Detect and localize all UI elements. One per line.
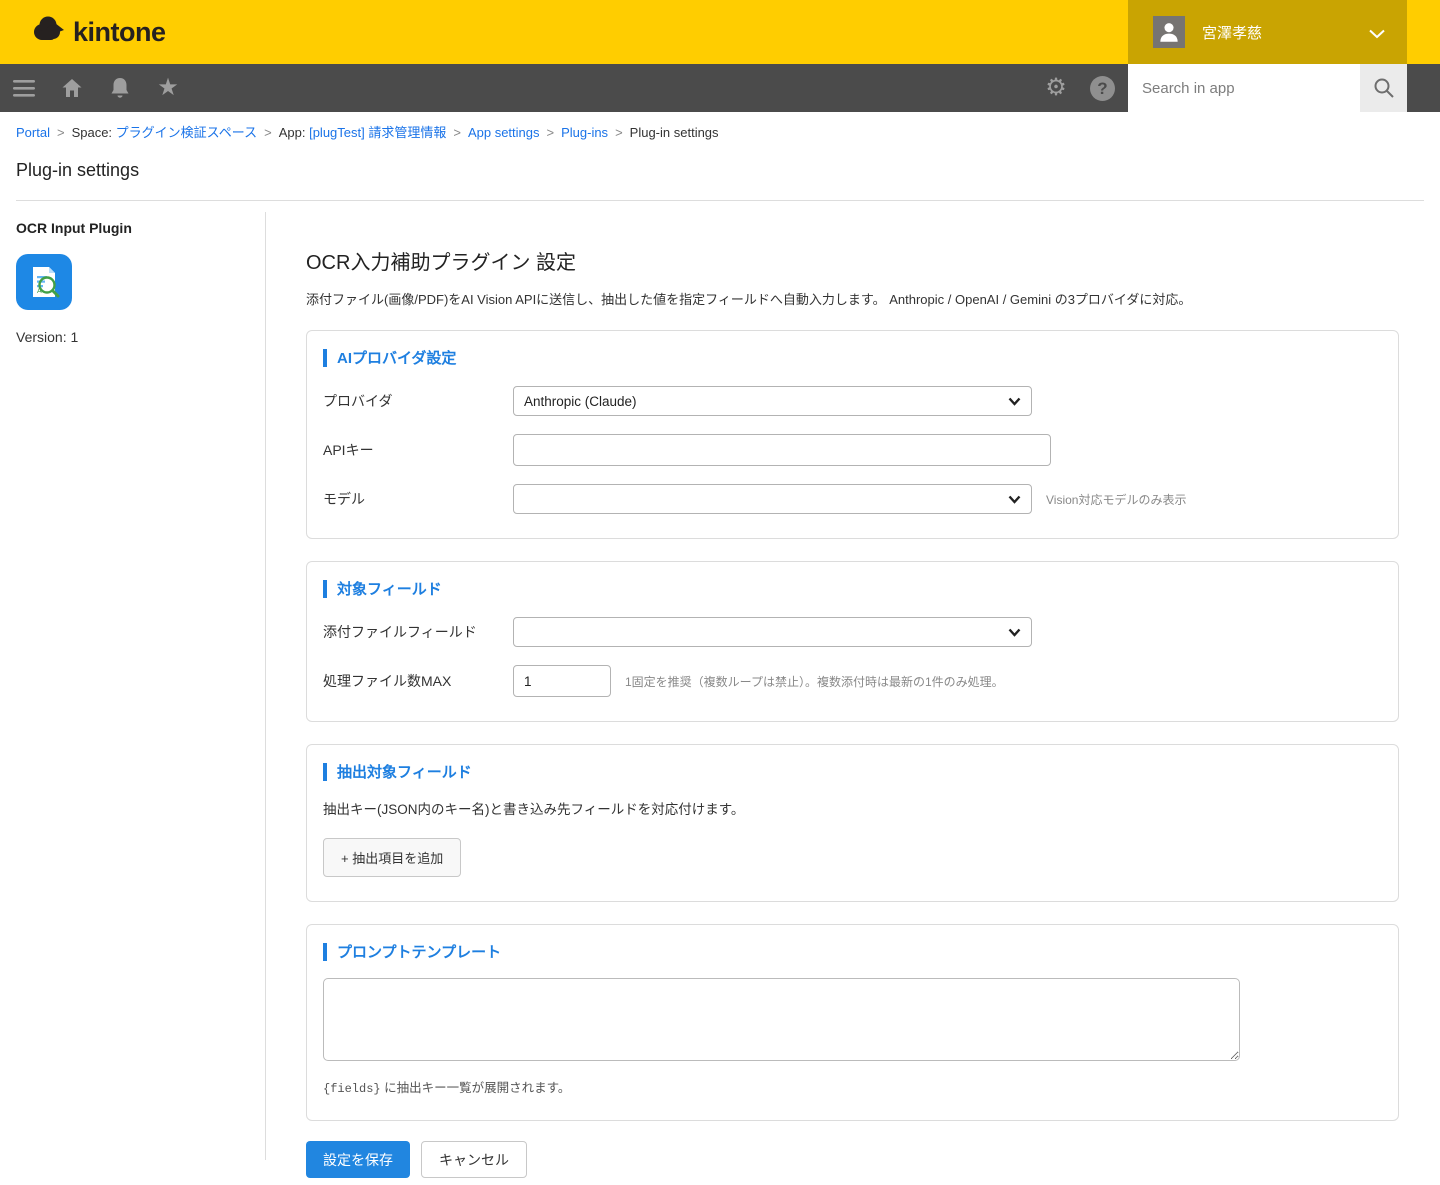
person-icon [1156, 19, 1182, 45]
heading-accent-bar [323, 763, 327, 781]
model-select[interactable] [513, 484, 1032, 514]
api-key-row: APIキー [323, 434, 1382, 466]
attachment-field-row: 添付ファイルフィールド [323, 617, 1382, 647]
section-heading-text: 抽出対象フィールド [337, 761, 472, 782]
chevron-down-icon [1369, 26, 1385, 44]
plugin-version: Version: 1 [16, 329, 251, 345]
plugin-name: OCR Input Plugin [16, 220, 251, 236]
global-navbar: ★ ⚙ ? [0, 64, 1440, 112]
user-menu[interactable]: 宮澤孝慈 [1128, 0, 1407, 64]
breadcrumb-plugins[interactable]: Plug-ins [561, 125, 608, 140]
breadcrumb-current: Plug-in settings [630, 125, 719, 140]
select-chevron-icon [1008, 628, 1021, 637]
title-divider [16, 200, 1424, 201]
section-heading-text: 対象フィールド [337, 578, 442, 599]
breadcrumb-app-settings[interactable]: App settings [468, 125, 540, 140]
gear-icon[interactable]: ⚙ [1044, 76, 1068, 100]
section-target-fields: 対象フィールド 添付ファイルフィールド 処理ファイル数MAX 1固定を推奨（複数… [306, 561, 1399, 722]
section-heading-prompt-template: プロンプトテンプレート [323, 941, 1382, 962]
select-chevron-icon [1008, 397, 1021, 406]
plugin-settings-main: OCR入力補助プラグイン 設定 添付ファイル(画像/PDF)をAI Vision… [306, 246, 1399, 1178]
max-files-row: 処理ファイル数MAX 1固定を推奨（複数ループは禁止）。複数添付時は最新の1件の… [323, 665, 1382, 697]
hamburger-menu-icon[interactable] [12, 76, 36, 100]
user-name: 宮澤孝慈 [1202, 22, 1262, 43]
settings-title: OCR入力補助プラグイン 設定 [306, 246, 1399, 275]
favorites-star-icon[interactable]: ★ [156, 76, 180, 100]
attachment-field-select[interactable] [513, 617, 1032, 647]
extract-description: 抽出キー(JSON内のキー名)と書き込み先フィールドを対応付けます。 [323, 798, 1382, 818]
breadcrumb-separator: > [547, 125, 555, 140]
select-chevron-icon [1008, 495, 1021, 504]
settings-description: 添付ファイル(画像/PDF)をAI Vision APIに送信し、抽出した値を指… [306, 289, 1399, 308]
max-files-label: 処理ファイル数MAX [323, 671, 513, 691]
breadcrumb-space-prefix: Space: [72, 125, 112, 140]
section-heading-text: AIプロバイダ設定 [337, 347, 456, 368]
section-heading-extract-fields: 抽出対象フィールド [323, 761, 1382, 782]
save-settings-button[interactable]: 設定を保存 [306, 1141, 410, 1178]
api-key-label: APIキー [323, 440, 513, 460]
model-hint: Vision対応モデルのみ表示 [1046, 491, 1186, 508]
plugin-icon: A [16, 254, 251, 315]
model-row: モデル Vision対応モデルのみ表示 [323, 484, 1382, 514]
provider-selected-value: Anthropic (Claude) [524, 394, 637, 409]
section-heading-ai-provider: AIプロバイダ設定 [323, 347, 1382, 368]
breadcrumb-portal[interactable]: Portal [16, 125, 50, 140]
user-avatar [1153, 16, 1185, 48]
home-icon[interactable] [60, 76, 84, 100]
plugin-sidebar: OCR Input Plugin A Version: 1 [16, 220, 251, 345]
breadcrumb-app-link[interactable]: [plugTest] 請求管理情報 [309, 125, 446, 140]
search-icon [1372, 76, 1396, 100]
app-header: kintone 宮澤孝慈 [0, 0, 1440, 64]
section-extract-fields: 抽出対象フィールド 抽出キー(JSON内のキー名)と書き込み先フィールドを対応付… [306, 744, 1399, 902]
api-key-input[interactable] [513, 434, 1051, 466]
app-search [1128, 64, 1407, 112]
provider-select[interactable]: Anthropic (Claude) [513, 386, 1032, 416]
max-files-input[interactable] [513, 665, 611, 697]
heading-accent-bar [323, 349, 327, 367]
heading-accent-bar [323, 580, 327, 598]
section-heading-text: プロンプトテンプレート [337, 941, 501, 962]
kintone-logo[interactable]: kintone [32, 0, 166, 64]
search-button[interactable] [1360, 64, 1407, 112]
prompt-template-textarea[interactable] [323, 978, 1240, 1061]
section-heading-target-fields: 対象フィールド [323, 578, 1382, 599]
section-prompt-template: プロンプトテンプレート {fields} に抽出キー一覧が展開されます。 [306, 924, 1399, 1121]
attachment-field-label: 添付ファイルフィールド [323, 622, 513, 642]
section-ai-provider: AIプロバイダ設定 プロバイダ Anthropic (Claude) APIキー… [306, 330, 1399, 539]
prompt-template-hint: {fields} に抽出キー一覧が展開されます。 [323, 1077, 1382, 1096]
form-actions: 設定を保存 キャンセル [306, 1141, 1399, 1178]
breadcrumb-separator: > [453, 125, 461, 140]
kintone-cloud-icon [32, 15, 66, 50]
logo-wordmark: kintone [73, 17, 166, 48]
max-files-hint: 1固定を推奨（複数ループは禁止）。複数添付時は最新の1件のみ処理。 [625, 673, 1004, 690]
provider-label: プロバイダ [323, 391, 513, 411]
breadcrumb-space-link[interactable]: プラグイン検証スペース [116, 125, 257, 140]
cancel-button[interactable]: キャンセル [421, 1141, 527, 1178]
breadcrumb-app-prefix: App: [279, 125, 306, 140]
model-label: モデル [323, 489, 513, 509]
provider-row: プロバイダ Anthropic (Claude) [323, 386, 1382, 416]
breadcrumb-separator: > [57, 125, 65, 140]
breadcrumb-separator: > [264, 125, 272, 140]
notifications-bell-icon[interactable] [108, 76, 132, 100]
page-title: Plug-in settings [16, 160, 139, 181]
sidebar-divider [265, 212, 266, 1160]
breadcrumb: Portal > Space: プラグイン検証スペース > App: [plugTest… [16, 122, 719, 141]
heading-accent-bar [323, 943, 327, 961]
add-extract-item-button[interactable]: + 抽出項目を追加 [323, 838, 461, 877]
search-input[interactable] [1128, 64, 1360, 112]
prompt-hint-text: に抽出キー一覧が展開されます。 [381, 1081, 571, 1095]
breadcrumb-separator: > [615, 125, 623, 140]
help-icon[interactable]: ? [1090, 76, 1115, 101]
prompt-hint-code: {fields} [323, 1082, 381, 1096]
